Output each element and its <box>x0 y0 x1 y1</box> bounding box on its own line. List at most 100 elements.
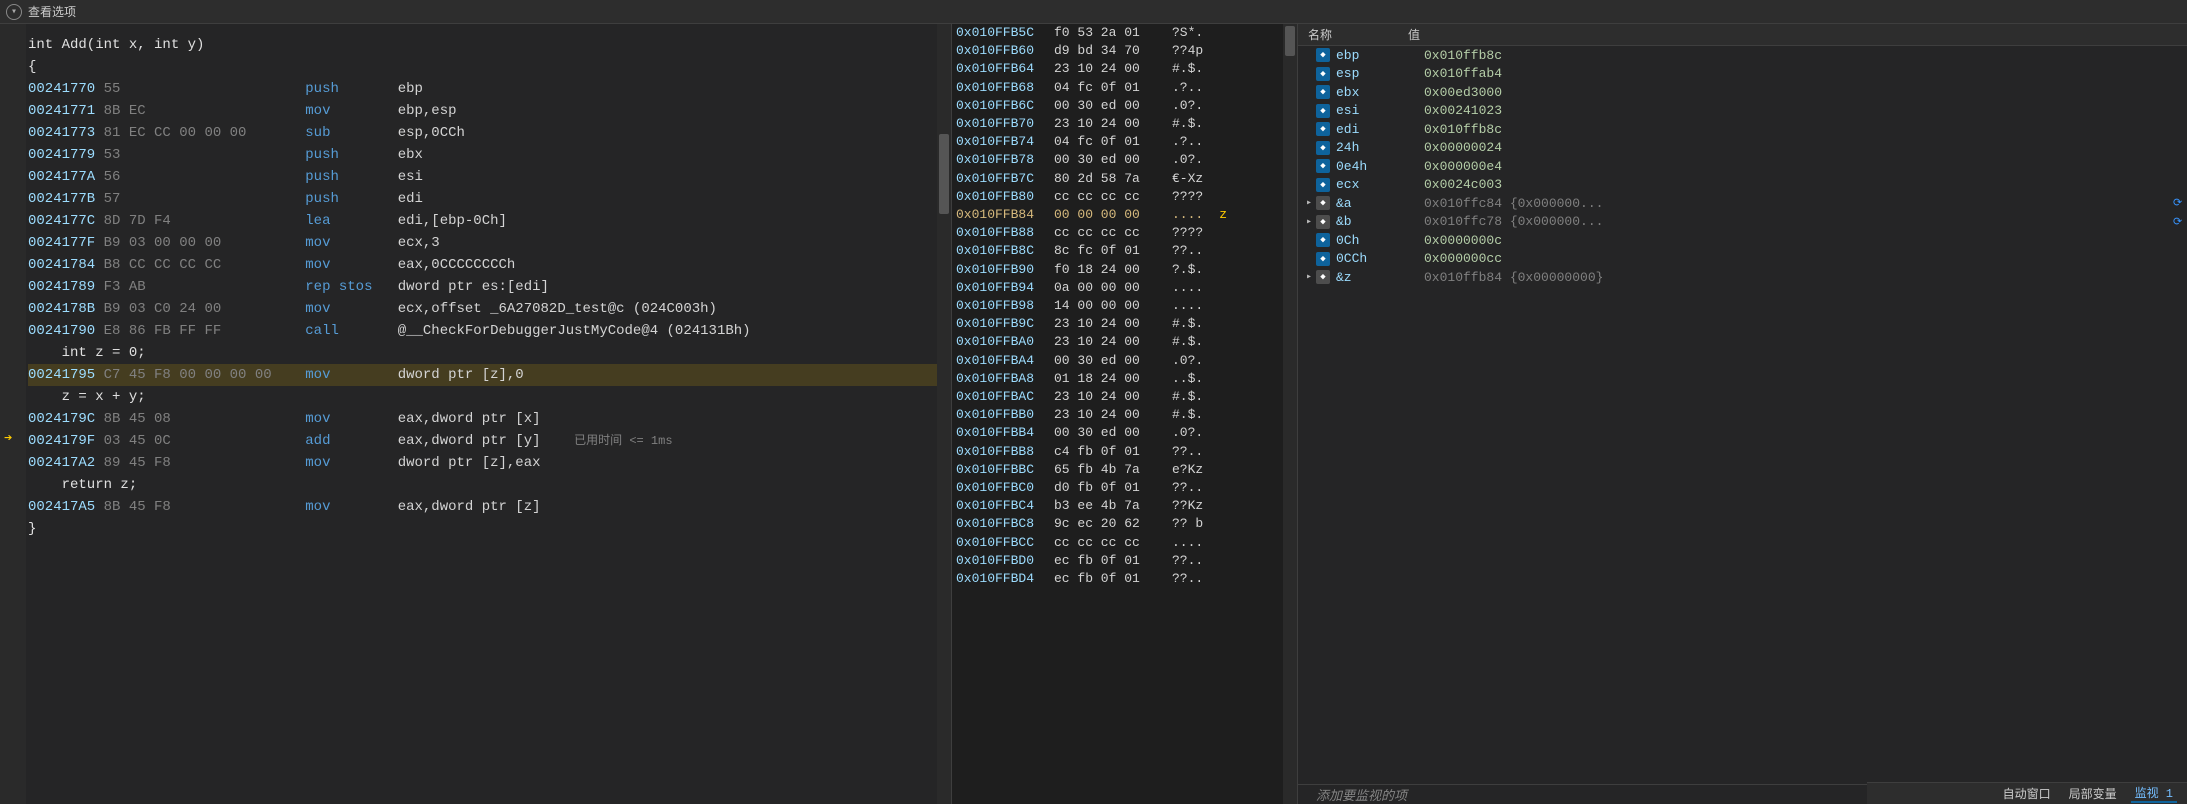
expand-toggle-icon[interactable]: ▸ <box>1302 271 1316 283</box>
scrollbar[interactable] <box>937 24 951 804</box>
memory-row[interactable]: 0x010FFB6804 fc 0f 01.?.. <box>956 79 1293 97</box>
memory-row[interactable]: 0x010FFBB400 30 ed 00.0?. <box>956 424 1293 442</box>
variable-icon: ◆ <box>1316 178 1330 192</box>
watch-row[interactable]: ◆0CCh0x000000cc <box>1298 250 2187 269</box>
memory-row[interactable]: 0x010FFBA023 10 24 00#.$. <box>956 333 1293 351</box>
memory-row[interactable]: 0x010FFB88cc cc cc cc???? <box>956 224 1293 242</box>
watch-row[interactable]: ◆esi0x00241023 <box>1298 102 2187 121</box>
disasm-line[interactable]: 00241795 C7 45 F8 00 00 00 00 mov dword … <box>28 364 951 386</box>
memory-row[interactable]: 0x010FFBA801 18 24 00..$. <box>956 370 1293 388</box>
disasm-line[interactable]: 002417A5 8B 45 F8 mov eax,dword ptr [z] <box>28 496 951 518</box>
memory-row[interactable]: 0x010FFB5Cf0 53 2a 01?S*. <box>956 24 1293 42</box>
memory-row[interactable]: 0x010FFB7C80 2d 58 7a€-Xz <box>956 170 1293 188</box>
disasm-line[interactable]: 0024179C 8B 45 08 mov eax,dword ptr [x] <box>28 408 951 430</box>
memory-row[interactable]: 0x010FFB7404 fc 0f 01.?.. <box>956 133 1293 151</box>
status-tab[interactable]: 监视 1 <box>2131 784 2177 803</box>
expand-toggle-icon[interactable]: ▸ <box>1302 216 1316 228</box>
memory-row[interactable]: 0x010FFBAC23 10 24 00#.$. <box>956 388 1293 406</box>
disasm-line[interactable]: return z; <box>28 474 951 496</box>
disasm-line[interactable]: 00241790 E8 86 FB FF FF call @__CheckFor… <box>28 320 951 342</box>
memory-row[interactable]: 0x010FFB60d9 bd 34 70??4p <box>956 42 1293 60</box>
memory-row[interactable]: 0x010FFB7800 30 ed 00.0?. <box>956 151 1293 169</box>
memory-addr: 0x010FFBC0 <box>956 479 1046 497</box>
watch-row[interactable]: ◆edi0x010ffb8c <box>1298 120 2187 139</box>
disasm-line[interactable]: 002417A2 89 45 F8 mov dword ptr [z],eax <box>28 452 951 474</box>
watch-body[interactable]: ◆ebp0x010ffb8c◆esp0x010ffab4◆ebx0x00ed30… <box>1298 46 2187 784</box>
memory-row[interactable]: 0x010FFBD0ec fb 0f 01??.. <box>956 552 1293 570</box>
disasm-line[interactable]: 0024177A 56 push esi <box>28 166 951 188</box>
disasm-line[interactable]: 0024178B B9 03 C0 24 00 mov ecx,offset _… <box>28 298 951 320</box>
watch-header: 名称 值 <box>1298 24 2187 46</box>
scrollbar-thumb[interactable] <box>939 134 949 214</box>
expand-toggle-icon[interactable]: ▸ <box>1302 197 1316 209</box>
scrollbar[interactable] <box>1283 24 1297 804</box>
variable-icon: ◆ <box>1316 159 1330 173</box>
memory-row[interactable]: 0x010FFBC0d0 fb 0f 01??.. <box>956 479 1293 497</box>
disasm-line[interactable]: 0024177F B9 03 00 00 00 mov ecx,3 <box>28 232 951 254</box>
watch-row[interactable]: ▸◆&b0x010ffc78 {0x000000...⟳ <box>1298 213 2187 232</box>
memory-row[interactable]: 0x010FFB8400 00 00 00....z <box>956 206 1293 224</box>
disasm-line[interactable]: 00241779 53 push ebx <box>28 144 951 166</box>
memory-ascii: .0?. <box>1172 424 1203 442</box>
scrollbar-thumb[interactable] <box>1285 26 1295 56</box>
variable-icon: ◆ <box>1316 122 1330 136</box>
memory-row[interactable]: 0x010FFB7023 10 24 00#.$. <box>956 115 1293 133</box>
watch-row[interactable]: ◆ebp0x010ffb8c <box>1298 46 2187 65</box>
watch-row[interactable]: ◆ebx0x00ed3000 <box>1298 83 2187 102</box>
refresh-icon[interactable]: ⟳ <box>2173 215 2187 229</box>
disasm-line[interactable]: z = x + y; <box>28 386 951 408</box>
memory-row[interactable]: 0x010FFB80cc cc cc cc???? <box>956 188 1293 206</box>
memory-row[interactable]: 0x010FFB6423 10 24 00#.$. <box>956 60 1293 78</box>
disassembly-content[interactable]: int Add(int x, int y){00241770 55 push e… <box>0 24 951 540</box>
watch-name: ebp <box>1336 48 1424 63</box>
memory-row[interactable]: 0x010FFB9814 00 00 00.... <box>956 297 1293 315</box>
refresh-icon[interactable]: ⟳ <box>2173 196 2187 210</box>
watch-row[interactable]: ▸◆&z0x010ffb84 {0x00000000} <box>1298 268 2187 287</box>
memory-row[interactable]: 0x010FFBCCcc cc cc cc.... <box>956 534 1293 552</box>
chevron-down-icon[interactable]: ▾ <box>6 4 22 20</box>
memory-addr: 0x010FFBB0 <box>956 406 1046 424</box>
disasm-line[interactable]: { <box>28 56 951 78</box>
memory-row[interactable]: 0x010FFBD4ec fb 0f 01??.. <box>956 570 1293 588</box>
memory-row[interactable]: 0x010FFBB023 10 24 00#.$. <box>956 406 1293 424</box>
status-tab[interactable]: 自动窗口 <box>1999 785 2055 802</box>
disasm-line[interactable]: 00241784 B8 CC CC CC CC mov eax,0CCCCCCC… <box>28 254 951 276</box>
watch-row[interactable]: ◆0Ch0x0000000c <box>1298 231 2187 250</box>
memory-row[interactable]: 0x010FFB90f0 18 24 00?.$. <box>956 261 1293 279</box>
variable-icon: ◆ <box>1316 252 1330 266</box>
memory-row[interactable]: 0x010FFBB8c4 fb 0f 01??.. <box>956 443 1293 461</box>
memory-addr: 0x010FFBD4 <box>956 570 1046 588</box>
status-tab[interactable]: 局部变量 <box>2065 785 2121 802</box>
memory-row[interactable]: 0x010FFBC89c ec 20 62?? b <box>956 515 1293 533</box>
watch-row[interactable]: ◆esp0x010ffab4 <box>1298 65 2187 84</box>
watch-row[interactable]: ◆24h0x00000024 <box>1298 139 2187 158</box>
disasm-line[interactable]: 00241771 8B EC mov ebp,esp <box>28 100 951 122</box>
disasm-line[interactable]: } <box>28 518 951 540</box>
memory-row[interactable]: 0x010FFB8C8c fc 0f 01??.. <box>956 242 1293 260</box>
view-options-bar[interactable]: ▾ 查看选项 <box>0 0 2187 24</box>
watch-row[interactable]: ▸◆&a0x010ffc84 {0x000000...⟳ <box>1298 194 2187 213</box>
disasm-line[interactable]: 00241789 F3 AB rep stos dword ptr es:[ed… <box>28 276 951 298</box>
disasm-line[interactable]: int Add(int x, int y) <box>28 34 951 56</box>
disasm-line[interactable]: 00241773 81 EC CC 00 00 00 sub esp,0CCh <box>28 122 951 144</box>
memory-row[interactable]: 0x010FFBC4b3 ee 4b 7a??Kz <box>956 497 1293 515</box>
disasm-line[interactable]: 0024177B 57 push edi <box>28 188 951 210</box>
memory-row[interactable]: 0x010FFBA400 30 ed 00.0?. <box>956 352 1293 370</box>
memory-addr: 0x010FFB94 <box>956 279 1046 297</box>
disasm-line[interactable]: 0024179F 03 45 0C add eax,dword ptr [y] … <box>28 430 951 452</box>
memory-row[interactable]: 0x010FFBBC65 fb 4b 7ae?Kz <box>956 461 1293 479</box>
memory-row[interactable]: 0x010FFB6C00 30 ed 00.0?. <box>956 97 1293 115</box>
watch-value: 0x0024c003 <box>1424 177 2187 192</box>
memory-ascii: .0?. <box>1172 352 1203 370</box>
memory-ascii: #.$. <box>1172 333 1203 351</box>
disasm-line[interactable]: int z = 0; <box>28 342 951 364</box>
memory-addr: 0x010FFB88 <box>956 224 1046 242</box>
disasm-line[interactable]: 00241770 55 push ebp <box>28 78 951 100</box>
disasm-line[interactable]: 0024177C 8D 7D F4 lea edi,[ebp-0Ch] <box>28 210 951 232</box>
memory-content[interactable]: 0x010FFB5Cf0 53 2a 01?S*.0x010FFB60d9 bd… <box>952 24 1297 588</box>
watch-name: 0Ch <box>1336 233 1424 248</box>
watch-row[interactable]: ◆ecx0x0024c003 <box>1298 176 2187 195</box>
watch-row[interactable]: ◆0e4h0x000000e4 <box>1298 157 2187 176</box>
memory-row[interactable]: 0x010FFB940a 00 00 00.... <box>956 279 1293 297</box>
memory-row[interactable]: 0x010FFB9C23 10 24 00#.$. <box>956 315 1293 333</box>
